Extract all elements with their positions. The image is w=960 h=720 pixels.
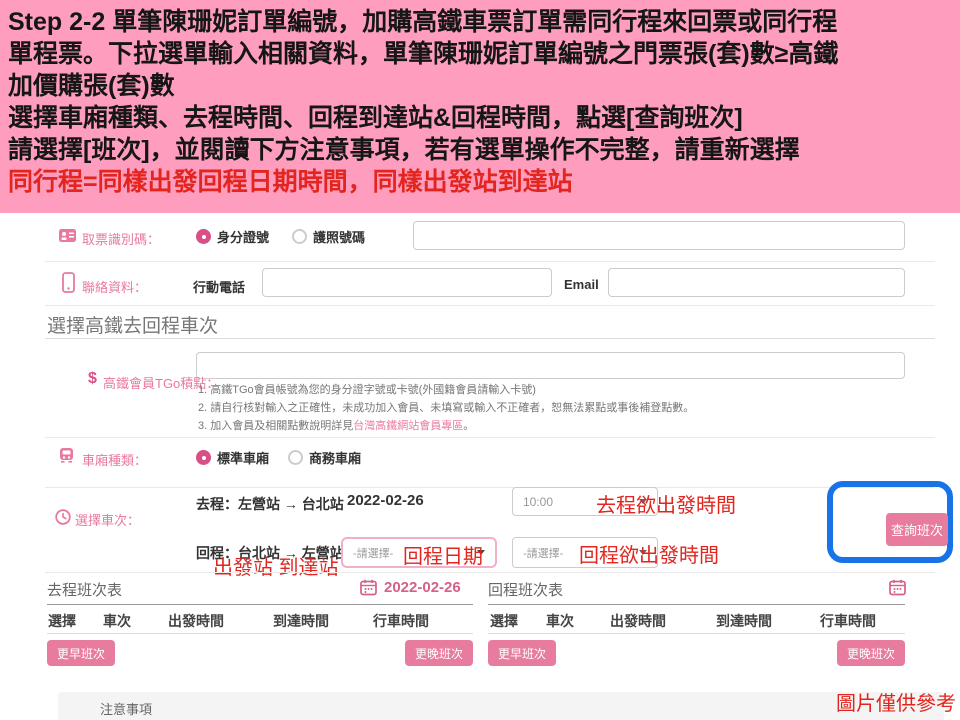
banner-line: 請選擇[班次]，並閱讀下方注意事項，若有選單操作不完整，請重新選擇 bbox=[8, 136, 800, 164]
chevron-down-icon bbox=[639, 499, 647, 504]
radio-option-passport[interactable]: 護照號碼 bbox=[292, 227, 365, 246]
outbound-time-value: 10:00 bbox=[523, 494, 554, 509]
divider bbox=[45, 305, 935, 306]
outbound-later-trains-button[interactable]: 更晚班次 bbox=[405, 640, 473, 666]
tgo-note-3-text: 3. 加入會員及相關點數說明詳見 bbox=[198, 420, 354, 432]
outbound-date-text: 2022-02-26 bbox=[347, 492, 424, 509]
email-input[interactable] bbox=[608, 268, 905, 297]
pickup-id-label: 取票識別碼： bbox=[82, 232, 161, 247]
car-class-label: 車廂種類： bbox=[82, 453, 148, 468]
train-icon bbox=[58, 447, 75, 464]
table-border bbox=[47, 633, 473, 634]
radio-selected-icon bbox=[196, 450, 211, 465]
divider bbox=[45, 338, 935, 339]
mobile-phone-input[interactable] bbox=[262, 268, 552, 297]
tgo-member-input[interactable] bbox=[196, 352, 905, 379]
notice-box bbox=[58, 692, 944, 720]
calendar-icon[interactable] bbox=[360, 579, 377, 596]
calendar-icon[interactable] bbox=[889, 579, 906, 596]
page: Step 2-2 單筆陳珊妮訂單編號，加購高鐵車票訂單需同行程來回票或同行程 單… bbox=[0, 0, 960, 720]
divider bbox=[45, 437, 935, 438]
return-col-select: 選擇 bbox=[490, 613, 518, 629]
instruction-banner: Step 2-2 單筆陳珊妮訂單編號，加購高鐵車票訂單需同行程來回票或同行程 單… bbox=[0, 0, 960, 213]
outbound-col-arrival: 到達時間 bbox=[273, 613, 329, 629]
tgo-note-3: 3. 加入會員及相關點數說明詳見台灣高鐵網站會員專區。 bbox=[198, 417, 474, 433]
return-col-duration: 行車時間 bbox=[820, 613, 876, 629]
tgo-note-2: 2. 請自行核對輸入之正確性，未成功加入會員、未填寫或輸入不正確者，恕無法累點或… bbox=[198, 402, 695, 414]
tgo-note-1: 1. 高鐵TGo會員帳號為您的身分證字號或卡號(外國籍會員請輸入卡號) bbox=[198, 384, 536, 396]
outbound-route-label: 去程：左營站 → 台北站 bbox=[196, 496, 344, 512]
outbound-table-title: 去程班次表 bbox=[47, 582, 123, 599]
return-date-select[interactable]: -請選擇- bbox=[341, 537, 497, 568]
divider bbox=[45, 261, 935, 262]
divider bbox=[45, 487, 935, 488]
radio-id-number-label: 身分證號 bbox=[217, 230, 270, 245]
outbound-col-departure: 出發時間 bbox=[168, 613, 224, 629]
table-border bbox=[47, 604, 473, 605]
outbound-earlier-trains-button[interactable]: 更早班次 bbox=[47, 640, 115, 666]
divider bbox=[45, 572, 935, 573]
tgo-note-3-period: 。 bbox=[463, 420, 475, 432]
radio-unselected-icon bbox=[292, 229, 307, 244]
select-train-label: 選擇車次： bbox=[75, 513, 141, 528]
outbound-col-select: 選擇 bbox=[48, 613, 76, 629]
return-time-select[interactable]: -請選擇- bbox=[512, 537, 658, 568]
tgo-member-area-link[interactable]: 台灣高鐵網站會員專區 bbox=[353, 420, 463, 432]
radio-business-car-label: 商務車廂 bbox=[309, 451, 362, 466]
return-col-arrival: 到達時間 bbox=[716, 613, 772, 629]
return-date-placeholder: -請選擇- bbox=[353, 547, 394, 560]
table-border bbox=[488, 604, 905, 605]
banner-line: 選擇車廂種類、去程時間、回程到達站&回程時間，點選[查詢班次] bbox=[8, 104, 743, 132]
dollar-icon: $ bbox=[88, 370, 97, 387]
pickup-id-input[interactable] bbox=[413, 221, 905, 250]
chevron-down-icon bbox=[477, 550, 485, 555]
banner-line: 單程票。下拉選單輸入相關資料，單筆陳珊妮訂單編號之門票張(套)數≥高鐵 bbox=[8, 40, 839, 68]
mobile-phone-icon bbox=[62, 272, 75, 293]
banner-line-same-trip-note: 同行程=同樣出發回程日期時間，同樣出發站到達站 bbox=[8, 168, 573, 196]
return-time-placeholder: -請選擇- bbox=[523, 547, 564, 560]
search-trains-button[interactable]: 查詢班次 bbox=[886, 513, 948, 546]
banner-line: Step 2-2 單筆陳珊妮訂單編號，加購高鐵車票訂單需同行程來回票或同行程 bbox=[8, 8, 838, 36]
return-earlier-trains-button[interactable]: 更早班次 bbox=[488, 640, 556, 666]
return-col-departure: 出發時間 bbox=[610, 613, 666, 629]
table-border bbox=[488, 633, 905, 634]
outbound-col-train: 車次 bbox=[103, 613, 131, 629]
section-title-select-trains: 選擇高鐵去回程車次 bbox=[47, 316, 219, 337]
email-label: Email bbox=[564, 277, 599, 292]
id-card-icon bbox=[58, 228, 77, 243]
contact-label: 聯絡資料： bbox=[82, 280, 148, 295]
return-route-label: 回程：台北站 → 左營站 bbox=[196, 545, 344, 561]
radio-selected-icon bbox=[196, 229, 211, 244]
radio-option-standard-car[interactable]: 標準車廂 bbox=[196, 448, 269, 467]
radio-passport-label: 護照號碼 bbox=[313, 230, 366, 245]
banner-line: 加價購張(套)數 bbox=[8, 72, 175, 100]
clock-icon bbox=[55, 509, 71, 525]
notice-title: 注意事項 bbox=[100, 702, 153, 717]
chevron-down-icon bbox=[639, 550, 647, 555]
radio-option-business-car[interactable]: 商務車廂 bbox=[288, 448, 361, 467]
radio-unselected-icon bbox=[288, 450, 303, 465]
outbound-time-select[interactable]: 10:00 bbox=[512, 487, 658, 516]
outbound-table-date: 2022-02-26 bbox=[384, 579, 461, 596]
return-table-title: 回程班次表 bbox=[488, 582, 564, 599]
mobile-phone-label: 行動電話 bbox=[193, 280, 246, 295]
radio-standard-car-label: 標準車廂 bbox=[217, 451, 270, 466]
radio-option-id-number[interactable]: 身分證號 bbox=[196, 227, 269, 246]
return-col-train: 車次 bbox=[546, 613, 574, 629]
outbound-col-duration: 行車時間 bbox=[373, 613, 429, 629]
return-later-trains-button[interactable]: 更晚班次 bbox=[837, 640, 905, 666]
